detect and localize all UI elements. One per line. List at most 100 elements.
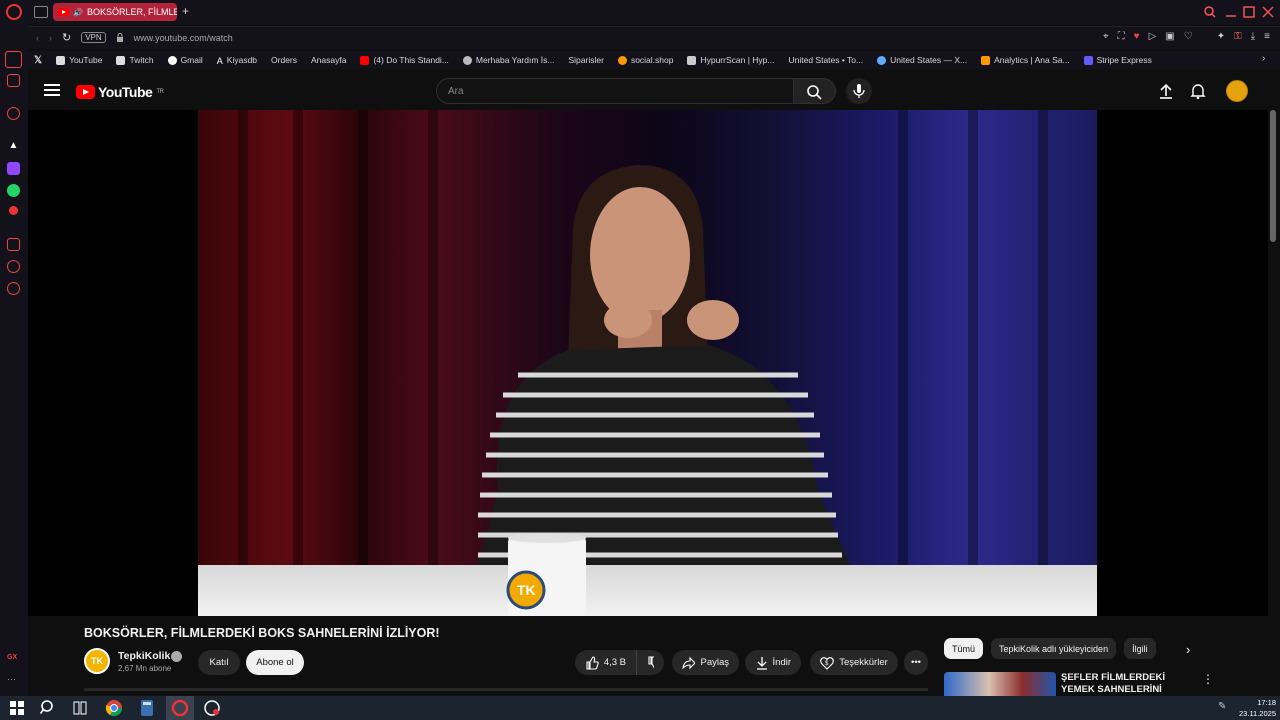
bookmark-stripe[interactable]: Stripe Express — [1083, 55, 1152, 65]
channel-name[interactable]: TepkiKolik — [118, 650, 170, 662]
player-icon[interactable]: ▷ — [1149, 31, 1157, 42]
account-avatar[interactable] — [1226, 80, 1248, 102]
app-taskbar-icon[interactable] — [203, 699, 221, 717]
settings-icon[interactable] — [7, 282, 20, 295]
pen-tray-icon[interactable]: ✎ — [1218, 701, 1226, 712]
whatsapp-icon[interactable] — [7, 184, 20, 197]
reload-icon[interactable]: ↻ — [62, 31, 71, 44]
notifications-bell-icon[interactable] — [1190, 83, 1206, 99]
bookmark-youtube[interactable]: YouTube — [56, 55, 102, 65]
opera-gx-taskbar-icon[interactable] — [171, 699, 189, 717]
bookmark-siparisler[interactable]: Siparisler — [569, 55, 604, 65]
bookmark-twitch[interactable]: Twitch — [116, 55, 154, 65]
gx-icon[interactable]: GX — [7, 654, 20, 667]
bookmark-kiyasdb[interactable]: A Kiyasdb — [217, 55, 257, 66]
subscribe-button[interactable]: Abone ol — [246, 650, 304, 675]
voice-search-button[interactable] — [846, 78, 872, 104]
bookmark-social-shop[interactable]: social.shop — [617, 55, 673, 65]
curtain-fold — [293, 110, 303, 616]
back-icon[interactable]: ‹ — [36, 33, 39, 43]
bookmark-merhaba[interactable]: Merhaba Yardım İs... — [462, 55, 555, 65]
home-icon[interactable] — [5, 51, 22, 68]
hamburger-menu-icon[interactable] — [44, 84, 60, 96]
taskbar-clock[interactable]: 17:18 23.11.2025 — [1239, 697, 1276, 719]
tab-title: BOKSÖRLER, FİLMLER — [86, 7, 177, 17]
browser-tab-active[interactable]: 🔊 BOKSÖRLER, FİLMLER — [53, 3, 177, 21]
pocket-icon[interactable]: ♥ — [1134, 31, 1140, 42]
wallet-icon[interactable]: ▣ — [1165, 31, 1174, 42]
channel-avatar[interactable]: TK — [84, 648, 110, 674]
wallet-sidebar-icon[interactable] — [7, 238, 20, 251]
bookmark-orders[interactable]: Orders — [271, 55, 297, 65]
recommended-title[interactable]: ŞEFLER FİLMLERDEKİ YEMEK SAHNELERİNİ İZL… — [1061, 672, 1191, 696]
download-icon[interactable]: ⤓ — [1251, 31, 1255, 42]
lock-icon[interactable] — [116, 32, 124, 43]
opera-logo-icon[interactable] — [6, 4, 22, 20]
curtain-fold — [1038, 110, 1048, 616]
lock-extension-icon[interactable]: ⚿ — [1234, 31, 1242, 42]
calculator-icon[interactable] — [138, 699, 156, 717]
dislike-button[interactable] — [636, 650, 664, 675]
bookmark-analytics[interactable]: Analytics | Ana Sa... — [981, 55, 1070, 65]
download-label: İndir — [772, 657, 791, 668]
more-actions-button[interactable]: ••• — [904, 650, 928, 675]
subscriber-count: 2,67 Mn abone — [118, 664, 172, 673]
workspaces-icon[interactable] — [7, 74, 20, 87]
youtube-logo[interactable]: YouTube TR — [76, 84, 164, 100]
easy-setup-icon[interactable]: ≡ — [1264, 31, 1270, 42]
recommended-menu-icon[interactable]: ⋮ — [1202, 672, 1214, 686]
close-icon[interactable] — [1262, 6, 1274, 18]
join-button[interactable]: Katıl — [198, 650, 240, 675]
share-label: Paylaş — [700, 657, 729, 668]
new-tab-button[interactable]: + — [182, 4, 189, 18]
thanks-button[interactable]: $ Teşekkürler — [810, 650, 898, 675]
x-bookmark-icon[interactable]: 𝕏 — [34, 55, 42, 66]
chrome-icon[interactable] — [105, 699, 123, 717]
bookmarks-bar: 𝕏 YouTube Twitch Gmail A Kiyasdb Orders A… — [28, 51, 1280, 69]
taskbar-search-icon[interactable] — [39, 699, 57, 717]
chip-from-uploader[interactable]: TepkiKolik adlı yükleyiciden — [991, 638, 1117, 659]
vpn-badge[interactable]: VPN — [81, 32, 106, 43]
bookmark-gmail[interactable]: Gmail — [167, 55, 203, 65]
minimize-icon[interactable] — [1225, 6, 1237, 18]
download-arrow-icon — [757, 656, 767, 670]
bookmark-anasayfa[interactable]: Anasayfa — [311, 55, 346, 65]
download-button[interactable]: İndir — [745, 650, 801, 675]
forward-icon[interactable]: › — [49, 33, 52, 43]
svg-text:TK: TK — [517, 582, 536, 598]
bookmark-youtube-video[interactable]: (4) Do This Standi... — [360, 55, 449, 65]
bookmark-united-states-1[interactable]: United States • To... — [788, 55, 863, 65]
bookmarks-more-icon[interactable]: › — [1262, 53, 1265, 64]
chevron-right-icon[interactable]: › — [1186, 642, 1190, 657]
bookmark-united-states-2[interactable]: United States — X... — [877, 55, 967, 65]
microphone-icon — [853, 84, 865, 98]
chip-related[interactable]: İlgili — [1124, 638, 1156, 659]
snapshot-icon[interactable]: ⛶ — [1118, 31, 1125, 42]
search-input[interactable] — [436, 78, 794, 104]
extensions-icon[interactable]: ✦ — [1217, 31, 1225, 42]
windows-start-icon[interactable] — [8, 699, 26, 717]
youtube-music-icon[interactable] — [9, 206, 18, 215]
page-scrollbar[interactable] — [1270, 110, 1276, 242]
thanks-label: Teşekkürler — [839, 657, 888, 668]
sidebar-more-icon[interactable]: ··· — [7, 674, 20, 687]
twitch-icon[interactable] — [7, 162, 20, 175]
recommended-thumbnail[interactable] — [944, 672, 1056, 696]
search-button[interactable] — [794, 78, 836, 104]
maximize-icon[interactable] — [1243, 6, 1255, 18]
pin-icon[interactable]: ⌖ — [1103, 31, 1109, 42]
task-view-icon[interactable] — [71, 699, 89, 717]
bookmark-hypurrscan[interactable]: HypurrScan | Hyp... — [687, 55, 774, 65]
url-text[interactable]: www.youtube.com/watch — [134, 33, 233, 43]
aria-icon[interactable] — [7, 107, 20, 120]
aria-ai-icon[interactable]: ▲ — [7, 140, 20, 153]
search-tabs-icon[interactable] — [1204, 6, 1216, 18]
like-button[interactable]: 4,3 B — [575, 650, 636, 675]
tab-switcher-icon[interactable] — [34, 6, 48, 18]
youtube-play-icon — [76, 85, 95, 99]
chip-all[interactable]: Tümü — [944, 638, 984, 659]
share-button[interactable]: Paylaş — [672, 650, 739, 675]
history-icon[interactable] — [7, 260, 20, 273]
upload-icon[interactable] — [1158, 83, 1174, 99]
heart-icon[interactable]: ♡ — [1184, 31, 1193, 42]
